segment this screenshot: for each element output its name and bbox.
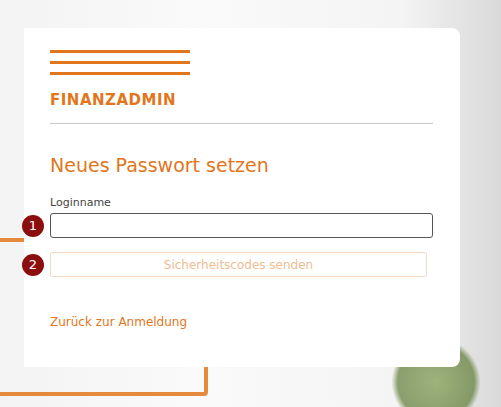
- login-input[interactable]: [50, 213, 433, 238]
- step-badge: 1: [22, 215, 44, 237]
- login-page: FINANZADMIN Neues Passwort setzen Loginnam…: [0, 0, 501, 407]
- logo-bar-icon: [50, 61, 190, 64]
- send-row: 2Sicherheitscodes senden: [50, 252, 433, 277]
- divider: [50, 123, 433, 124]
- step-badge: 2: [22, 254, 44, 276]
- login-label: Loginname: [50, 196, 433, 209]
- logo-bar-icon: [50, 50, 190, 53]
- login-row: 1: [50, 213, 433, 238]
- send-codes-button[interactable]: Sicherheitscodes senden: [50, 252, 427, 277]
- reset-card: FINANZADMIN Neues Passwort setzen Loginnam…: [24, 28, 460, 367]
- logo-bar-icon: [50, 72, 190, 75]
- logo-text: FINANZADMIN: [50, 91, 433, 109]
- back-link[interactable]: Zurück zur Anmeldung: [50, 315, 433, 329]
- page-title: Neues Passwort setzen: [50, 154, 433, 176]
- logo: FINANZADMIN: [50, 50, 433, 109]
